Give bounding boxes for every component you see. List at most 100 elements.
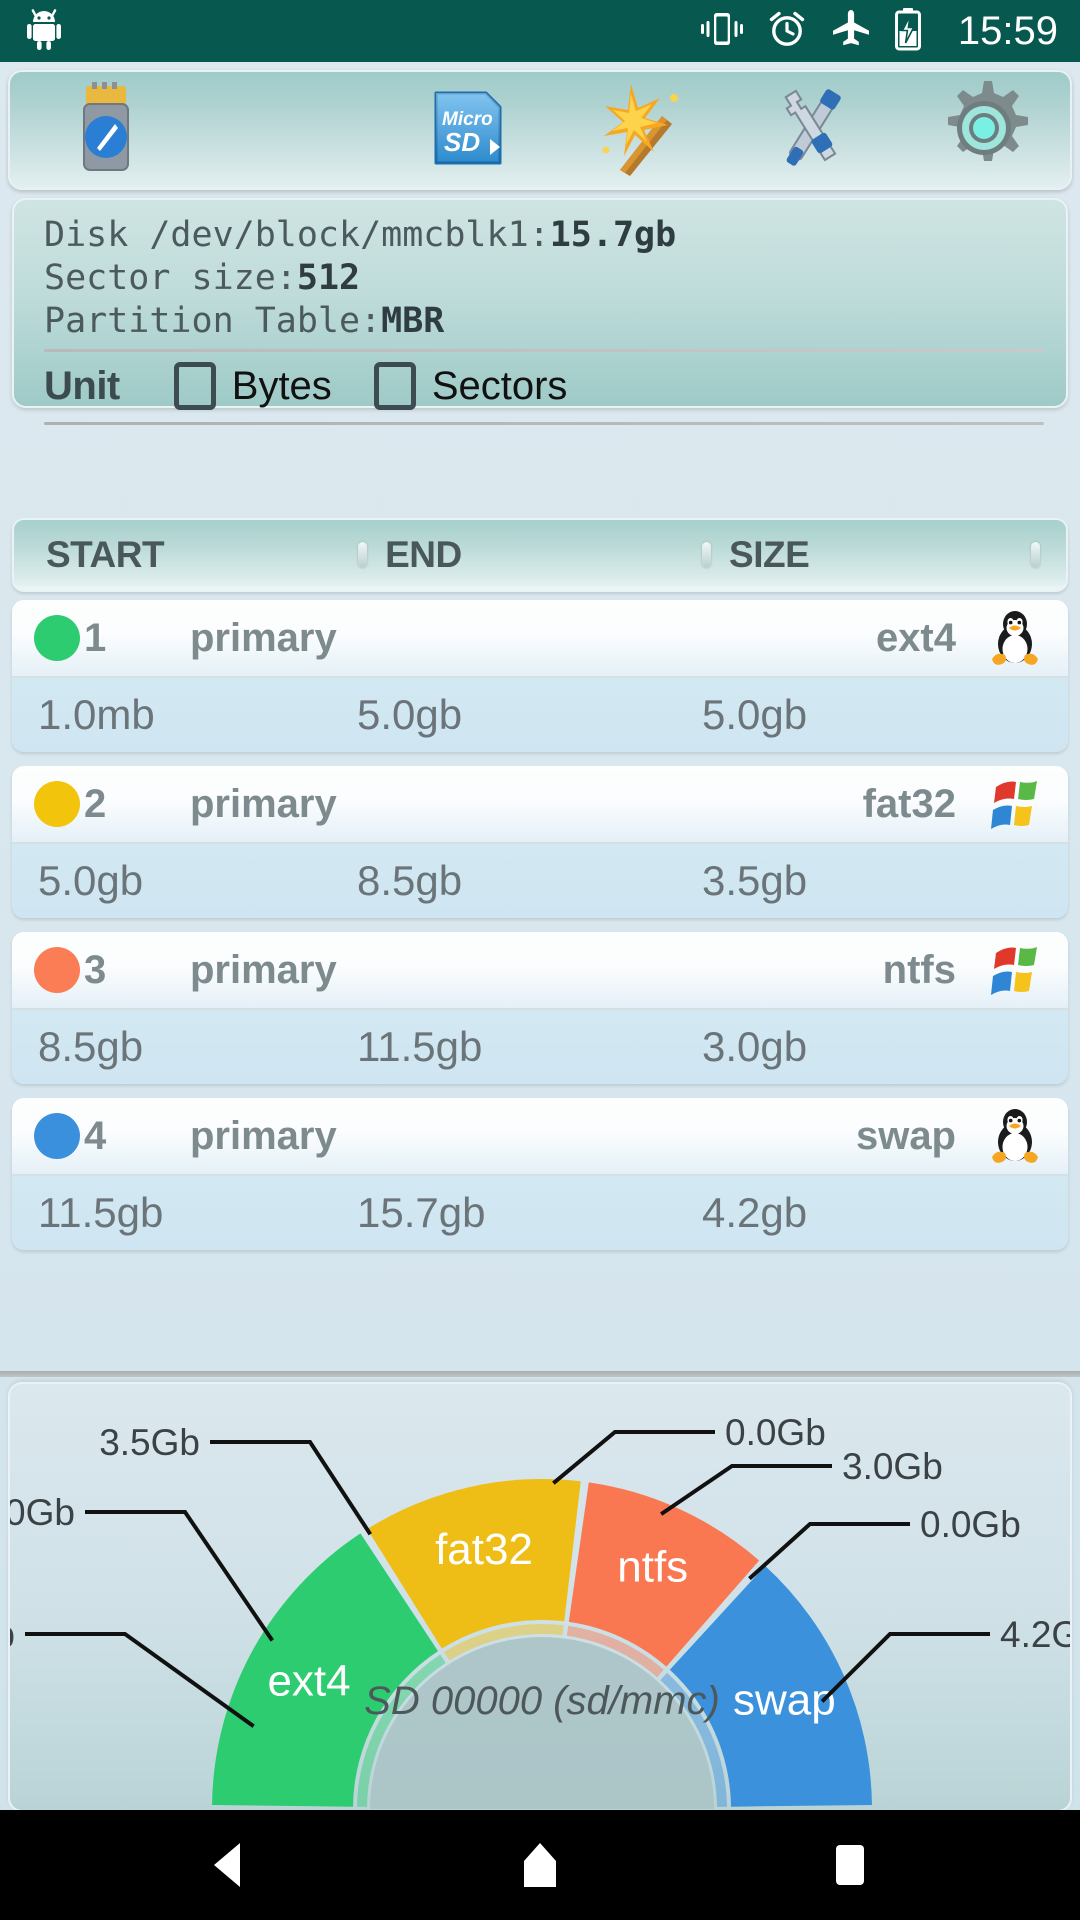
header-divider-3-icon xyxy=(1031,542,1040,568)
chart-callout-line xyxy=(210,1440,372,1536)
partition-type: primary xyxy=(190,1113,337,1158)
partition-start-value: 8.5gb xyxy=(38,1023,144,1070)
partition-row-top[interactable]: 2 primary fat32 xyxy=(12,766,1068,844)
settings-button[interactable] xyxy=(898,70,1070,190)
partition-number: 3 xyxy=(84,947,107,992)
chart-slice-label: swap xyxy=(733,1676,836,1725)
partition-row-top[interactable]: 3 primary ntfs xyxy=(12,932,1068,1010)
chart-callout-line xyxy=(85,1510,274,1642)
column-header-end[interactable]: END xyxy=(358,534,702,576)
table-row[interactable]: 4 primary swap 11.5gb 15.7gb 4.2gb xyxy=(12,1098,1068,1250)
partition-color-dot xyxy=(34,1113,80,1159)
magic-wand-button[interactable] xyxy=(554,70,726,190)
column-header-size[interactable]: SIZE xyxy=(702,534,1031,576)
info-divider xyxy=(44,349,1044,352)
home-nav-button[interactable] xyxy=(480,1810,600,1920)
partition-number: 4 xyxy=(84,1113,107,1158)
chart-callout-label: 4.2Gb xyxy=(1000,1614,1072,1655)
column-header-end-label: END xyxy=(385,534,462,575)
column-header-size-label: SIZE xyxy=(729,534,810,575)
partition-type: primary xyxy=(190,947,337,992)
settings-gear-icon xyxy=(935,79,1033,182)
chart-slice-label: ext4 xyxy=(267,1657,350,1706)
partition-filesystem: fat32 xyxy=(862,781,956,826)
tools-button[interactable] xyxy=(726,70,898,190)
partition-chart-panel[interactable]: ext4 fat32 ntfs swap 5.0Gb 0.0Gb 3.5Gb 0.0Gb 3.0… xyxy=(8,1382,1072,1812)
partition-color-dot xyxy=(34,781,80,827)
partition-size-value: 5.0gb xyxy=(702,691,808,738)
status-bar-system-icons: 15:59 xyxy=(700,7,1058,56)
chart-slice-label: ntfs xyxy=(617,1543,688,1592)
table-row[interactable]: 1 primary ext4 1.0mb 5.0gb 5.0gb xyxy=(12,600,1068,752)
tools-icon xyxy=(760,78,864,183)
bytes-label: Bytes xyxy=(231,363,332,408)
chart-top-divider xyxy=(0,1371,1080,1377)
app-screen: 15:59 Micro SD Disk /dev/block/mmcblk1:1… xyxy=(0,0,1080,1920)
column-header-start[interactable]: START xyxy=(14,534,358,576)
linux-penguin-icon xyxy=(984,1106,1046,1166)
partition-donut-chart[interactable]: ext4 fat32 ntfs swap 5.0Gb 0.0Gb 3.5Gb 0.0Gb 3.0… xyxy=(10,1384,1072,1812)
partition-row-top[interactable]: 4 primary swap xyxy=(12,1098,1068,1176)
sector-size-value: 512 xyxy=(296,258,361,298)
partition-list: 1 primary ext4 1.0mb 5.0gb 5.0gb 2 prima… xyxy=(12,600,1068,1264)
magic-wand-icon xyxy=(590,78,690,183)
disk-info-panel: Disk /dev/block/mmcblk1:15.7gb Sector si… xyxy=(12,198,1068,425)
chart-slice-label: fat32 xyxy=(435,1525,533,1574)
sectors-checkbox[interactable] xyxy=(373,362,416,410)
table-row[interactable]: 3 primary ntfs 8.5gb 11.5gb 3.0gb xyxy=(12,932,1068,1084)
partition-size-value: 3.0gb xyxy=(702,1023,808,1070)
android-navigation-bar xyxy=(0,1810,1080,1920)
table-row[interactable]: 2 primary fat32 5.0gb 8.5gb 3.5gb xyxy=(12,766,1068,918)
alarm-icon xyxy=(766,8,808,55)
back-nav-button[interactable] xyxy=(170,1810,290,1920)
microsd-card-icon: Micro SD xyxy=(422,89,514,172)
bytes-checkbox[interactable] xyxy=(173,362,216,410)
header-divider-1-icon xyxy=(358,542,368,568)
partition-filesystem: swap xyxy=(855,1113,956,1158)
partition-table-label: Partition Table: xyxy=(44,301,382,341)
status-bar-clock: 15:59 xyxy=(957,8,1058,53)
chart-callout-label: 0.0Gb xyxy=(725,1412,826,1453)
chart-callout-line xyxy=(748,1522,910,1581)
partition-row-top[interactable]: 1 primary ext4 xyxy=(12,600,1068,678)
windows-logo-icon xyxy=(984,943,1046,997)
app-toolbar: Micro SD xyxy=(8,70,1072,190)
disk-size-value: 15.7gb xyxy=(549,215,677,255)
partition-row-values: 11.5gb 15.7gb 4.2gb xyxy=(12,1176,1068,1250)
recents-nav-button[interactable] xyxy=(790,1810,910,1920)
unit-option-sectors[interactable]: Sectors xyxy=(373,362,567,410)
partition-number: 2 xyxy=(84,781,107,826)
partition-end-value: 11.5gb xyxy=(357,1023,483,1070)
partition-size-value: 3.5gb xyxy=(702,857,808,904)
vibrate-icon xyxy=(700,8,744,55)
chart-callout-label: 3.5Gb xyxy=(99,1422,200,1463)
partition-start-value: 1.0mb xyxy=(38,691,155,738)
disk-name-line: Disk /dev/block/mmcblk1:15.7gb xyxy=(44,214,1066,257)
partition-end-value: 5.0gb xyxy=(357,691,463,738)
header-divider-2-icon xyxy=(702,542,712,568)
partition-type: primary xyxy=(190,781,337,826)
unit-option-bytes[interactable]: Bytes xyxy=(173,362,332,410)
chart-callout-label: 5.0Gb xyxy=(10,1614,15,1655)
windows-logo-icon xyxy=(984,777,1046,831)
chart-center-label: SD 00000 (sd/mmc) xyxy=(364,1679,720,1723)
partition-filesystem: ntfs xyxy=(882,947,956,992)
battery-charging-icon xyxy=(894,7,922,56)
partition-table-value: MBR xyxy=(381,301,445,341)
partition-table-line: Partition Table:MBR xyxy=(44,300,1066,343)
airplane-mode-icon xyxy=(830,8,872,55)
table-header-row: START END SIZE xyxy=(12,518,1068,592)
edit-disk-icon xyxy=(66,80,144,181)
chart-callout-line xyxy=(25,1632,255,1728)
status-bar-notifications xyxy=(26,8,62,55)
sector-size-label: Sector size: xyxy=(44,258,297,298)
partition-end-value: 15.7gb xyxy=(357,1189,486,1236)
partition-row-values: 5.0gb 8.5gb 3.5gb xyxy=(12,844,1068,918)
chart-callout-label: 0.0Gb xyxy=(920,1504,1021,1545)
partition-size-value: 4.2gb xyxy=(702,1189,808,1236)
microsd-card-button[interactable]: Micro SD xyxy=(382,70,554,190)
sector-size-line: Sector size:512 xyxy=(44,257,1066,300)
edit-disk-button[interactable] xyxy=(10,70,200,190)
unit-divider xyxy=(44,422,1044,425)
chart-callout-line xyxy=(660,1464,832,1516)
